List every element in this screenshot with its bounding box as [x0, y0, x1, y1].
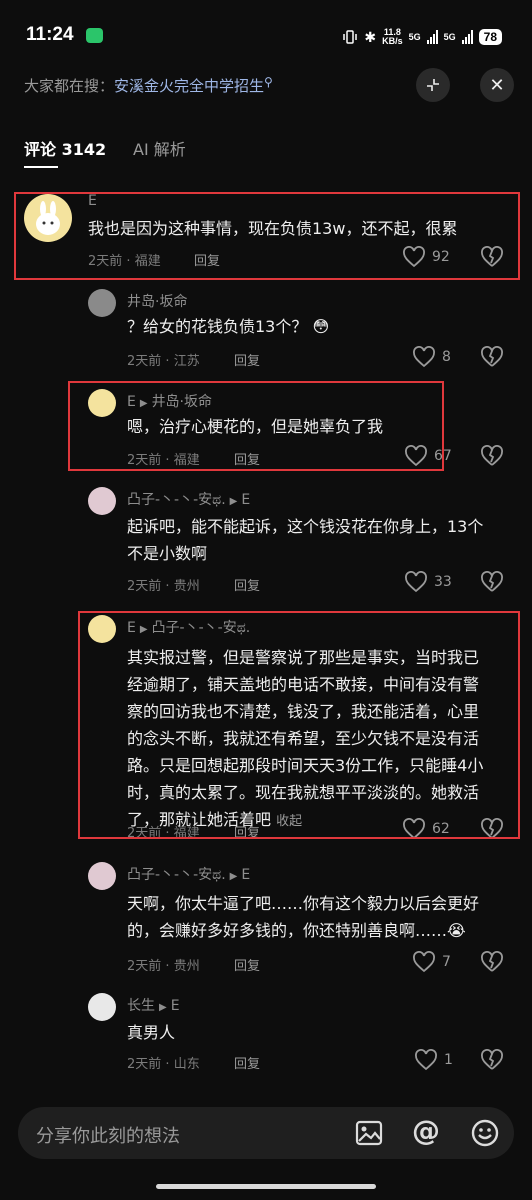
reply-button[interactable]: 回复: [234, 955, 260, 974]
trending-search[interactable]: 大家都在搜：安溪金火完全中学招生⚲: [24, 75, 273, 96]
comment-input[interactable]: 分享你此刻的想法: [36, 1122, 180, 1148]
mention-icon[interactable]: @: [412, 1114, 440, 1147]
tab-comments[interactable]: 评论 3142: [24, 136, 106, 160]
avatar[interactable]: [88, 862, 116, 890]
like-count: 8: [442, 349, 451, 365]
heart-icon: [415, 1049, 437, 1071]
broken-heart-icon: [481, 571, 503, 592]
comment-author[interactable]: 凸子-丶-丶-安ಥ. ▶ E: [127, 489, 250, 509]
image-icon[interactable]: [354, 1118, 384, 1152]
like-button[interactable]: 33: [404, 571, 452, 593]
like-count: 1: [444, 1052, 453, 1068]
signal-icon: [426, 30, 438, 44]
avatar[interactable]: [88, 993, 116, 1021]
like-button[interactable]: 8: [412, 346, 451, 368]
highlight-box: [68, 381, 444, 471]
broken-heart-icon: [481, 445, 503, 466]
highlight-box: [78, 611, 520, 839]
like-button[interactable]: 7: [412, 951, 451, 973]
dislike-button[interactable]: [480, 346, 504, 368]
sim1-label: 5G: [408, 32, 421, 42]
reply-button[interactable]: 回复: [234, 350, 260, 369]
reply-arrow-icon: ▶: [229, 871, 238, 882]
trending-query[interactable]: 安溪金火完全中学招生: [114, 77, 264, 95]
home-indicator: [156, 1184, 376, 1189]
status-time: 11:24: [26, 24, 74, 45]
comment-text: 真男人: [127, 1023, 176, 1042]
tab-active-indicator: [24, 166, 58, 168]
network-speed: 11.8 KB/s: [382, 27, 403, 46]
wechat-notification-icon: [86, 28, 103, 43]
comment-meta: 2天前 · 贵州: [127, 579, 200, 594]
comment-text: 天啊，你太牛逼了吧……你有这个毅力以后会更好 的，会赚好多好多钱的，你还特别善良啊…: [127, 894, 480, 940]
comment-meta: 2天前 · 山东: [127, 1057, 200, 1072]
comment-author[interactable]: 井岛·坂命: [127, 291, 187, 311]
dislike-button[interactable]: [480, 445, 504, 467]
dislike-button[interactable]: [480, 1049, 504, 1071]
reply-button[interactable]: 回复: [234, 575, 260, 594]
trending-prefix: 大家都在搜：: [24, 77, 115, 95]
reply-arrow-icon: ▶: [159, 1002, 167, 1013]
like-count: 7: [442, 954, 451, 970]
search-icon: ⚲: [264, 75, 273, 89]
emoji: 😭: [447, 921, 466, 940]
comment-meta: 2天前 · 贵州: [127, 959, 200, 974]
comment-text: ？给女的花钱负债13个？ 😳: [127, 317, 330, 336]
comment-author[interactable]: 长生 ▶ E: [127, 995, 180, 1015]
close-button[interactable]: ✕: [480, 68, 514, 102]
comment-text: 起诉吧，能不能起诉，这个钱没花在你身上，13个 不是小数啊: [127, 517, 484, 563]
expand-icon: [427, 79, 439, 91]
vibrate-icon: [343, 30, 358, 44]
close-icon: ✕: [489, 74, 505, 96]
avatar[interactable]: [88, 289, 116, 317]
battery-indicator: 78: [478, 29, 502, 45]
broken-heart-icon: [481, 951, 503, 972]
signal-icon-2: [461, 30, 473, 44]
emoji: 😳: [312, 317, 330, 336]
comment-author[interactable]: 凸子-丶-丶-安ಥ. ▶ E: [127, 864, 250, 884]
bluetooth-icon: ✱: [364, 28, 377, 45]
dislike-button[interactable]: [480, 571, 504, 593]
like-button[interactable]: 1: [414, 1049, 453, 1071]
heart-icon: [413, 346, 435, 368]
reply-button[interactable]: 回复: [234, 1053, 260, 1072]
sim2-label: 5G: [443, 32, 456, 42]
status-icons: ✱ 11.8 KB/s 5G 5G 78: [342, 27, 502, 47]
highlight-box: [14, 192, 520, 280]
heart-icon: [405, 571, 427, 593]
reply-arrow-icon: ▶: [229, 496, 238, 507]
emoji-icon[interactable]: [470, 1118, 500, 1152]
tab-ai-analysis[interactable]: AI 解析: [133, 136, 186, 160]
like-count: 33: [434, 574, 452, 590]
broken-heart-icon: [481, 346, 503, 367]
expand-button[interactable]: [416, 68, 450, 102]
comment-meta: 2天前 · 江苏: [127, 354, 200, 369]
broken-heart-icon: [481, 1049, 503, 1070]
avatar[interactable]: [88, 487, 116, 515]
dislike-button[interactable]: [480, 951, 504, 973]
heart-icon: [413, 951, 435, 973]
